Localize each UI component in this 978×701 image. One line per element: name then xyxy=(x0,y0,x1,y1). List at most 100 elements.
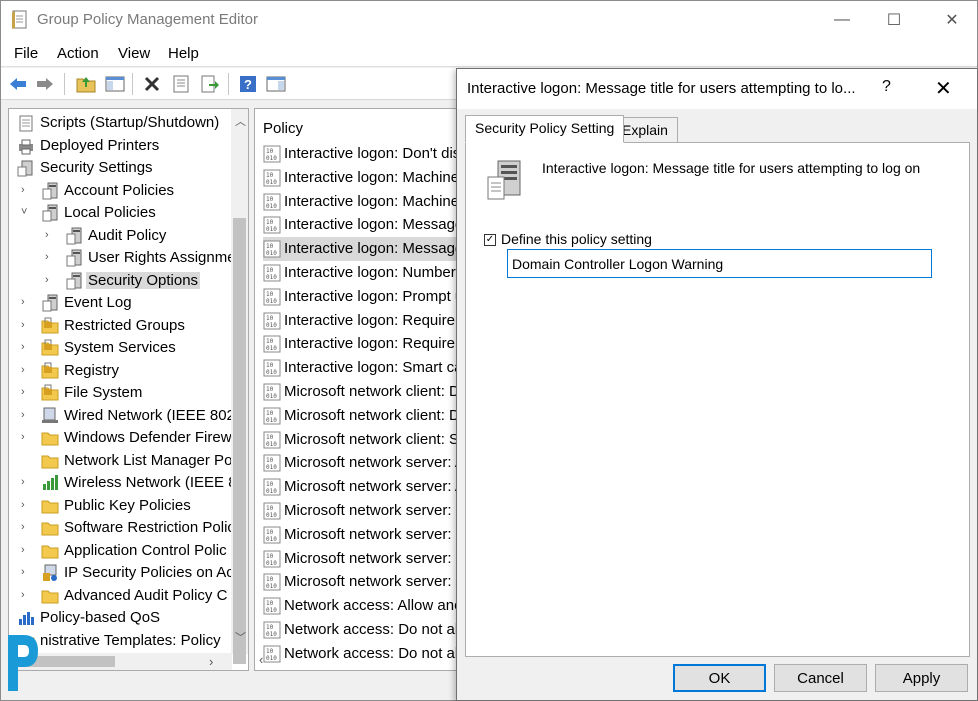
policy-value-input[interactable] xyxy=(507,249,932,278)
tree-item[interactable]: › Restricted Groups xyxy=(9,315,229,337)
tree-item[interactable]: › Registry xyxy=(9,360,229,382)
tree-item[interactable]: › Account Policies xyxy=(9,180,229,202)
list-item[interactable]: 10 010 Interactive logon: Message xyxy=(263,213,473,237)
chevron-right-icon[interactable]: › xyxy=(21,476,31,488)
list-item[interactable]: 10 010 Network access: Allow anor xyxy=(263,594,473,618)
chevron-right-icon[interactable]: › xyxy=(21,341,31,353)
list-item[interactable]: 10 010 Interactive logon: Require W xyxy=(263,332,473,356)
chevron-right-icon[interactable]: › xyxy=(21,566,31,578)
tree-item[interactable]: › Security Options xyxy=(9,270,229,292)
help-button[interactable]: ? xyxy=(882,78,891,96)
minimize-button[interactable]: — xyxy=(819,1,865,39)
scroll-right-icon[interactable]: › xyxy=(209,654,213,669)
define-policy-label[interactable]: Define this policy setting xyxy=(501,231,652,247)
chevron-right-icon[interactable]: › xyxy=(21,544,31,556)
cancel-button[interactable]: Cancel xyxy=(774,664,867,692)
close-button[interactable]: ✕ xyxy=(929,1,975,39)
tree-item[interactable]: ˅ Local Policies xyxy=(9,202,229,224)
back-icon[interactable] xyxy=(7,73,29,95)
tree-item[interactable]: › Software Restriction Polic xyxy=(9,517,235,539)
scroll-up-icon[interactable]: ︿ xyxy=(235,113,246,129)
tree-item[interactable]: › Audit Policy xyxy=(9,225,229,247)
tree-item[interactable]: Policy-based QoS xyxy=(9,607,229,629)
scroll-down-icon[interactable]: ﹀ xyxy=(235,629,246,645)
delete-icon[interactable] xyxy=(141,73,163,95)
tree-item[interactable]: › IP Security Policies on Ac xyxy=(9,562,234,584)
chevron-right-icon[interactable]: › xyxy=(21,431,31,443)
ok-button[interactable]: OK xyxy=(673,664,766,692)
list-item[interactable]: 10 010 Interactive logon: Require D xyxy=(263,309,473,333)
console-icon[interactable] xyxy=(265,73,287,95)
forward-icon[interactable] xyxy=(34,73,56,95)
chevron-right-icon[interactable]: › xyxy=(21,589,31,601)
chevron-right-icon[interactable]: › xyxy=(45,274,55,286)
list-item[interactable]: 10 010 Interactive logon: Number xyxy=(263,261,473,285)
list-item[interactable]: 10 010 Microsoft network server: A xyxy=(263,451,473,475)
chevron-right-icon[interactable]: › xyxy=(21,296,31,308)
tab-security-policy-setting[interactable]: Security Policy Setting xyxy=(465,115,625,143)
export-icon[interactable] xyxy=(199,73,221,95)
list-item[interactable]: 10 010 Microsoft network server: D xyxy=(263,523,473,547)
tree-item[interactable]: › Event Log xyxy=(9,292,229,314)
column-header-policy[interactable]: Policy xyxy=(263,120,303,137)
chevron-right-icon[interactable]: › xyxy=(21,521,31,533)
help-icon[interactable]: ? xyxy=(237,73,259,95)
list-item[interactable]: 10 010 Interactive logon: Machine xyxy=(263,190,473,214)
tree-item[interactable]: › Public Key Policies xyxy=(9,495,229,517)
tree-item[interactable]: Network List Manager Po xyxy=(9,450,232,472)
tree-item[interactable]: › Wireless Network (IEEE 8 xyxy=(9,472,237,494)
tree-item[interactable]: Security Settings xyxy=(9,157,229,179)
tree-item[interactable]: › Windows Defender Firew xyxy=(9,427,232,449)
tree-vertical-scrollbar[interactable]: ︿ ﹀ xyxy=(231,109,248,664)
properties-icon[interactable] xyxy=(170,73,192,95)
tree-item[interactable]: › Advanced Audit Policy C xyxy=(9,585,229,607)
tree-pane[interactable]: Scripts (Startup/Shutdown) Deployed Print… xyxy=(8,108,249,671)
list-item[interactable]: 10 010 Microsoft network client: D xyxy=(263,404,473,428)
list-item[interactable]: 10 010 Interactive logon: Don't dis xyxy=(263,142,473,166)
list-item[interactable]: 10 010 Interactive logon: Machine xyxy=(263,166,473,190)
chevron-right-icon[interactable]: › xyxy=(45,251,55,263)
menu-action[interactable]: Action xyxy=(57,45,99,62)
tree-item-label: Deployed Printers xyxy=(40,136,160,154)
tree-item[interactable]: Scripts (Startup/Shutdown) xyxy=(9,112,229,134)
tree-item[interactable]: › System Services xyxy=(9,337,229,359)
list-item[interactable]: 10 010 Interactive logon: Smart car xyxy=(263,356,473,380)
policy-list-pane[interactable]: Policy 10 010 Interactive logon: Don't dis… xyxy=(254,108,474,671)
tree-item[interactable]: › File System xyxy=(9,382,229,404)
list-item[interactable]: 10 010 Microsoft network server: S xyxy=(263,570,473,594)
list-item[interactable]: 10 010 Network access: Do not allo xyxy=(263,618,473,642)
chevron-right-icon[interactable]: › xyxy=(21,319,31,331)
list-item[interactable]: 10 010 Microsoft network server: D xyxy=(263,499,473,523)
tree-item[interactable]: nistrative Templates: Policy xyxy=(9,630,229,652)
list-item[interactable]: 10 010 Microsoft network server: A xyxy=(263,475,473,499)
chevron-right-icon[interactable]: › xyxy=(21,409,31,421)
chevron-right-icon[interactable]: › xyxy=(21,364,31,376)
scroll-left-icon[interactable]: ‹ xyxy=(259,652,263,667)
menu-help[interactable]: Help xyxy=(168,45,199,62)
tree-item[interactable]: › User Rights Assignme xyxy=(9,247,236,269)
list-item[interactable]: 10 010 Interactive logon: Prompt u xyxy=(263,285,473,309)
list-item[interactable]: 10 010 Microsoft network client: Se xyxy=(263,428,473,452)
list-item[interactable]: 10 010 Network access: Do not allo xyxy=(263,642,473,666)
apply-button[interactable]: Apply xyxy=(875,664,968,692)
maximize-button[interactable]: ☐ xyxy=(871,1,917,39)
chevron-right-icon[interactable]: › xyxy=(45,229,55,241)
menu-view[interactable]: View xyxy=(118,45,150,62)
chevron-right-icon[interactable]: › xyxy=(21,184,31,196)
tree-item[interactable]: Deployed Printers xyxy=(9,135,229,157)
chevron-down-icon[interactable]: ˅ xyxy=(21,206,31,218)
tree-horizontal-scrollbar[interactable]: › xyxy=(9,653,232,670)
scrollbar-thumb[interactable] xyxy=(233,218,246,664)
show-hide-tree-icon[interactable] xyxy=(104,73,126,95)
tree-item[interactable]: › Application Control Polic xyxy=(9,540,229,562)
define-policy-checkbox[interactable]: ✓ xyxy=(484,234,496,246)
up-folder-icon[interactable] xyxy=(75,73,97,95)
tree-item[interactable]: › Wired Network (IEEE 802 xyxy=(9,405,235,427)
menu-file[interactable]: File xyxy=(14,45,38,62)
chevron-right-icon[interactable]: › xyxy=(21,499,31,511)
chevron-right-icon[interactable]: › xyxy=(21,386,31,398)
dialog-close-button[interactable]: ✕ xyxy=(935,76,952,101)
list-item[interactable]: 10 010 Microsoft network server: D xyxy=(263,547,473,571)
list-item[interactable]: 10 010 Interactive logon: Message xyxy=(263,237,473,262)
list-item[interactable]: 10 010 Microsoft network client: D xyxy=(263,380,473,404)
